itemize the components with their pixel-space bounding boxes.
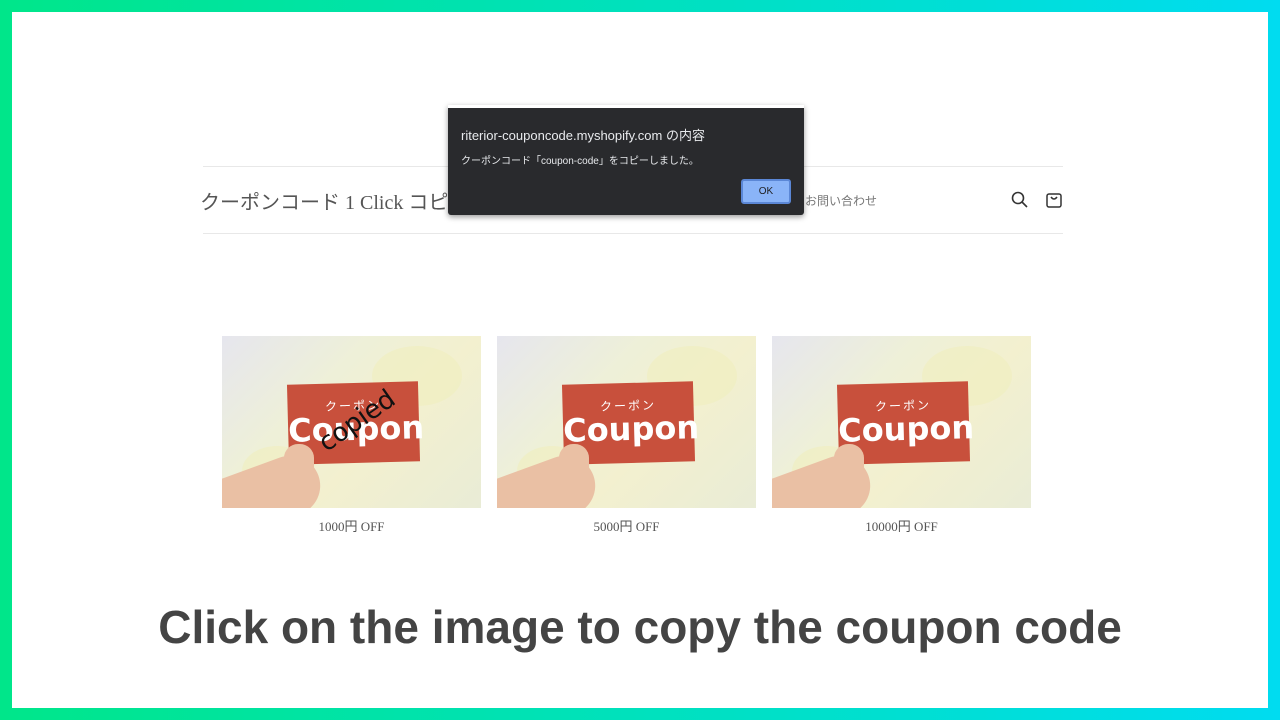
dialog-title: riterior-couponcode.myshopify.com の内容 [461, 128, 705, 143]
coupon-en: Coupon [562, 408, 700, 450]
product-caption[interactable]: 5000円 OFF [497, 516, 756, 535]
coupon-image[interactable]: クーポン Coupon [772, 336, 1031, 508]
ok-button[interactable]: OK [741, 179, 791, 204]
store-title[interactable]: クーポンコード 1 Click コピー [200, 186, 450, 215]
search-icon[interactable] [1009, 189, 1031, 211]
thumb [559, 444, 589, 494]
thumb [284, 444, 314, 494]
thumb [834, 444, 864, 494]
nav-contact[interactable]: お問い合わせ [805, 192, 877, 209]
coupon-image[interactable]: クーポン Coupon copied [222, 336, 481, 508]
coupon-image[interactable]: クーポン Coupon [497, 336, 756, 508]
product-caption[interactable]: 1000円 OFF [222, 516, 481, 535]
cart-icon[interactable] [1043, 189, 1065, 211]
alert-dialog: riterior-couponcode.myshopify.com の内容 クー… [448, 105, 804, 215]
divider [203, 233, 1063, 234]
headline: Click on the image to copy the coupon co… [158, 601, 1122, 653]
product-caption[interactable]: 10000円 OFF [772, 516, 1031, 535]
coupon-en: Coupon [837, 408, 975, 450]
dialog-message: クーポンコード「coupon-code」をコピーしました。 [461, 156, 699, 167]
